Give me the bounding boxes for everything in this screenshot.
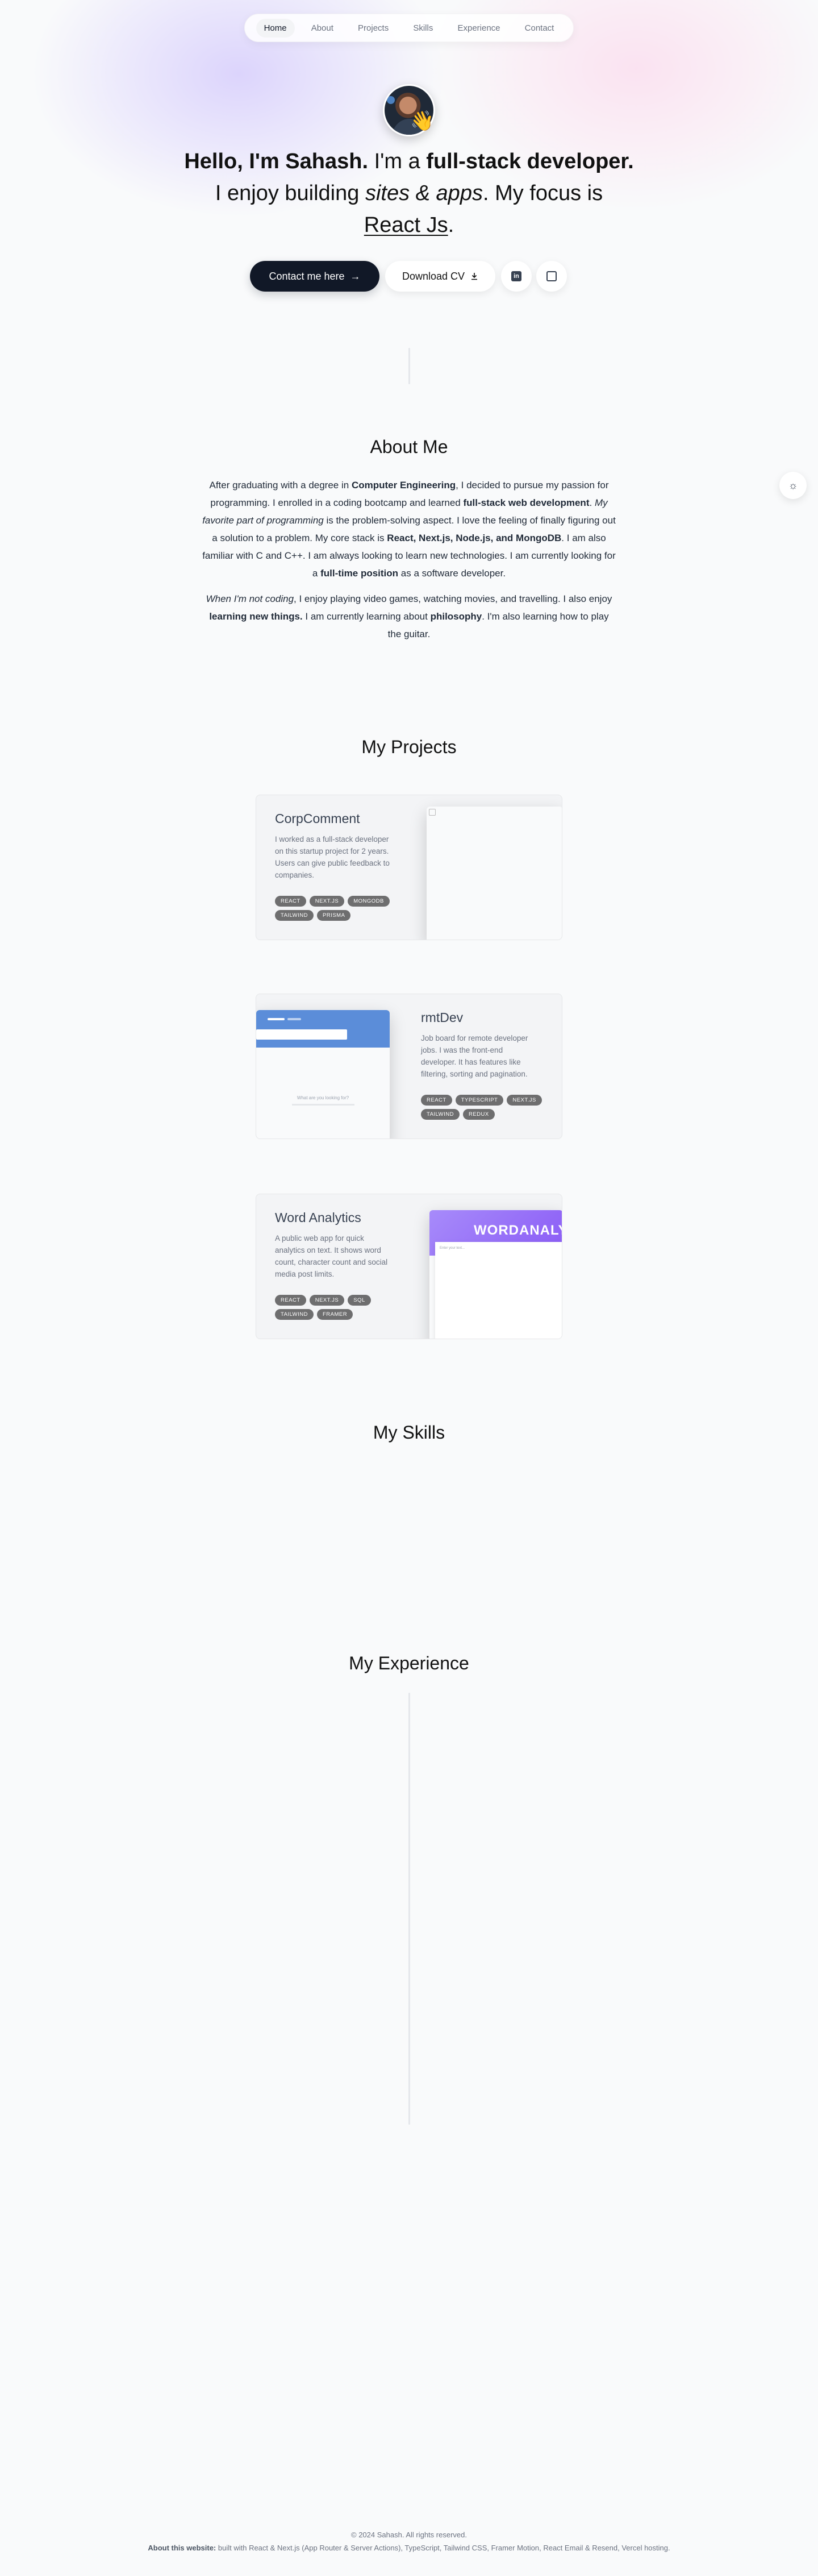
about-emphasis: React, Next.js, Node.js, and MongoDB [387,533,562,543]
hero-greeting: Hello, I'm Sahash. [184,149,369,173]
wordanalytics-placeholder: Enter your text... [440,1247,465,1250]
tag: Tailwind [275,910,314,921]
tag: Next.js [309,1295,345,1306]
experience-timeline-line [408,1693,410,2125]
tag: Next.js [309,896,345,907]
waving-hand-icon: 👋 [410,110,435,132]
top-navigation: Home About Projects Skills Experience Co… [244,14,574,42]
tag: SQL [348,1295,371,1306]
rmtdev-tagline: What are you looking for? [297,1095,349,1100]
project-tags: React Next.js MongoDB Tailwind Prisma [275,896,406,921]
about-paragraph-1: After graduating with a degree in Comput… [202,476,616,582]
github-button[interactable] [536,261,567,292]
hero-text-8: . [448,213,454,237]
theme-toggle-icon: ☼ [788,479,798,491]
nav-about[interactable]: About [303,19,341,38]
hero-text-6: . My focus is [482,181,603,205]
project-tags: React TypeScript Next.js Tailwind Redux [421,1095,552,1120]
about-text-run: After graduating with a degree in [209,480,352,491]
contact-button[interactable]: Contact me here → [250,261,379,292]
project-card-corpcomment[interactable]: CorpComment I worked as a full-stack dev… [256,795,562,940]
broken-image-icon [429,809,436,816]
tag: MongoDB [348,896,390,907]
project-description: I worked as a full-stack developer on th… [275,835,390,879]
project-title: rmtDev [421,1010,464,1025]
download-cv-button[interactable]: Download CV [385,261,495,292]
rmtdev-search-bar [256,1029,347,1040]
hero-sites-apps: sites & apps [365,181,483,205]
projects-title: My Projects [361,737,457,757]
about-emphasis: Computer Engineering [351,480,456,491]
project-card-wordanalytics[interactable]: Word Analytics A public web app for quic… [256,1194,562,1339]
arrow-right-icon: → [350,270,361,282]
about-emphasis: philosophy [430,611,482,622]
hero-role: full-stack developer. [426,149,634,173]
linkedin-button[interactable]: in [501,261,532,292]
project-card-rmtdev[interactable]: What are you looking for? rmtDev Job boa… [256,994,562,1139]
footer-about-label: About this website: [148,2544,216,2552]
nav-home[interactable]: Home [256,18,295,38]
about-text-run: , I enjoy playing video games, watching … [294,593,612,604]
hero-focus: React Js [364,213,448,237]
download-cv-label: Download CV [402,270,465,282]
nav-contact[interactable]: Contact [517,19,562,38]
project-title: Word Analytics [275,1210,361,1225]
tag: TypeScript [455,1095,504,1106]
rmtdev-logo [268,1018,285,1020]
contact-button-label: Contact me here [269,270,345,282]
experience-title: My Experience [349,1653,469,1673]
tag: Prisma [316,910,351,921]
about-italic: When I'm not coding [206,593,294,604]
about-text: After graduating with a degree in Comput… [202,476,616,643]
section-divider [408,348,410,384]
project-tags: React Next.js SQL Tailwind Framer [275,1295,406,1320]
project-title: CorpComment [275,811,360,826]
nav-skills[interactable]: Skills [405,19,441,38]
nav-projects[interactable]: Projects [350,19,397,38]
download-icon [471,273,478,280]
tag: Tailwind [275,1309,314,1320]
tag: Framer [316,1309,353,1320]
linkedin-icon: in [511,271,521,281]
skills-title: My Skills [373,1422,445,1443]
rmtdev-header [256,1010,390,1048]
about-emphasis: full-stack web development [463,497,590,508]
rmtdev-nav [287,1018,301,1020]
project-description: A public web app for quick analytics on … [275,1234,388,1278]
about-text-run: . [589,497,595,508]
project-screenshot-broken [427,807,562,940]
footer-about-text: built with React & Next.js (App Router &… [216,2544,670,2552]
hero-text-4: I enjoy building [215,181,365,205]
about-text-run: as a software developer. [398,568,506,579]
wordanalytics-textarea: Enter your text... [435,1242,562,1339]
about-emphasis: full-time position [320,568,399,579]
about-text-run: I am currently learning about [302,611,431,622]
footer-copyright: © 2024 Sahash. All rights reserved. [351,2531,467,2539]
tag: Next.js [507,1095,542,1106]
project-screenshot-rmtdev: What are you looking for? [256,1010,390,1139]
nav-experience[interactable]: Experience [449,19,508,38]
tag: React [275,896,306,907]
tag: Redux [462,1109,495,1120]
hero-intro: Hello, I'm Sahash. I'm a full-stack deve… [125,146,693,241]
footer-about: About this website: built with React & N… [0,2544,818,2552]
about-title: About Me [370,437,448,457]
avatar-light [387,96,395,104]
tag: Tailwind [421,1109,460,1120]
about-paragraph-2: When I'm not coding, I enjoy playing vid… [202,590,616,643]
project-description: Job board for remote developer jobs. I w… [421,1034,528,1078]
about-emphasis: learning new things. [209,611,303,622]
project-screenshot-wordanalytics: WORDANALYTICS Enter your text... [429,1210,562,1339]
theme-toggle-button[interactable]: ☼ [779,472,807,499]
rmtdev-text-line [291,1104,354,1106]
hero-text-2: I'm a [368,149,427,173]
tag: React [421,1095,452,1106]
wordanalytics-logo: WORDANALYTICS [474,1223,562,1238]
github-icon [546,271,557,281]
tag: React [275,1295,306,1306]
